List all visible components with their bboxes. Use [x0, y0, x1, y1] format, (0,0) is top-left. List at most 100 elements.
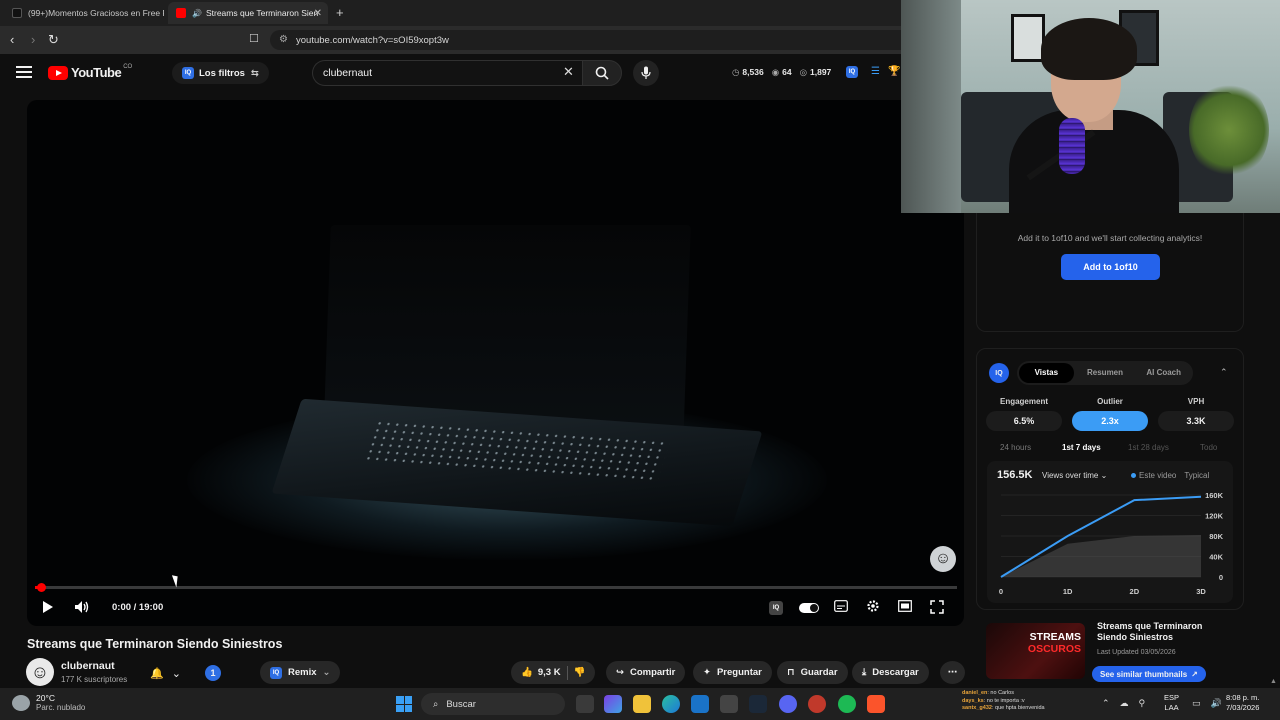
like-count: 9,3 K — [537, 667, 561, 678]
teams-icon[interactable] — [604, 695, 622, 713]
logo-country: CO — [123, 63, 133, 70]
channel-name[interactable]: clubernaut — [61, 660, 115, 672]
reload-icon[interactable]: ↻ — [48, 32, 59, 48]
period-24h[interactable]: 24 hours — [1000, 443, 1031, 452]
weather-desc: Parc. nublado — [36, 703, 86, 712]
language-indicator[interactable]: ESP LAA — [1164, 693, 1179, 713]
chart-y-tick: 120K — [1205, 512, 1224, 521]
subtitles-button[interactable] — [834, 600, 848, 612]
volume-button[interactable] — [74, 600, 90, 614]
site-info-icon[interactable]: ⚙ — [279, 34, 288, 45]
period-28d[interactable]: 1st 28 days — [1128, 443, 1169, 452]
search-input[interactable]: clubernaut — [312, 60, 582, 86]
usb-icon[interactable]: ⚲ — [1139, 698, 1146, 709]
webcam-plant — [1189, 80, 1269, 180]
task-view-icon[interactable] — [576, 695, 594, 713]
see-similar-button[interactable]: See similar thumbnails ↗ — [1092, 666, 1206, 682]
discord-icon[interactable] — [779, 695, 797, 713]
progress-knob[interactable] — [37, 583, 46, 592]
period-7d[interactable]: 1st 7 days — [1062, 443, 1101, 452]
forward-icon[interactable]: › — [31, 32, 35, 47]
analytics-tabs: Vistas Resumen AI Coach — [1017, 361, 1193, 385]
list-icon[interactable]: ☰ — [871, 66, 880, 78]
tab-resumen[interactable]: Resumen — [1078, 363, 1133, 383]
period-all[interactable]: Todo — [1200, 443, 1217, 452]
channel-avatar[interactable]: ☺ — [26, 658, 54, 686]
tab-vistas[interactable]: Vistas — [1019, 363, 1074, 383]
search-button[interactable] — [582, 60, 622, 86]
outlook-icon[interactable] — [691, 695, 709, 713]
progress-bar[interactable] — [35, 583, 957, 592]
spotify-icon[interactable] — [838, 695, 856, 713]
video-title: Streams que Terminaron Siendo Siniestros — [27, 637, 283, 651]
url-field[interactable]: ⚙ youtube.com/watch?v=sOI59xopt3w — [270, 30, 910, 50]
trophy-icon[interactable]: 🏆 — [888, 66, 900, 78]
speaker-icon: 🔊 — [192, 8, 202, 18]
brave-icon[interactable] — [867, 695, 885, 713]
voice-search-button[interactable] — [633, 60, 659, 86]
app-icon[interactable] — [808, 695, 826, 713]
more-actions-button[interactable]: ⋯ — [940, 661, 965, 684]
ask-button[interactable]: ✦ Preguntar — [693, 661, 772, 684]
tab-ai-coach[interactable]: AI Coach — [1136, 363, 1191, 383]
views-chart: 156.5K Views over time ⌄ Este video Typi… — [987, 461, 1233, 603]
lang-code: ESP — [1164, 693, 1180, 702]
quick-settings[interactable]: ▭ 🔊 — [1192, 698, 1222, 709]
settings-button[interactable] — [866, 599, 880, 613]
thumbs-down-icon: 👎 — [573, 667, 586, 678]
filters-button[interactable]: IQ Los filtros ⇆ — [172, 62, 269, 84]
system-clock[interactable]: 8:08 p. m. 7/03/2026 — [1226, 693, 1259, 713]
emoji-icon[interactable]: ☺ — [930, 546, 956, 572]
chevron-up-icon[interactable]: ⌃ — [1220, 367, 1228, 378]
save-button[interactable]: ⊓ Guardar — [777, 661, 848, 684]
scroll-up-icon[interactable]: ▲ — [1270, 678, 1277, 685]
bookmark-icon[interactable]: ☐ — [249, 32, 259, 45]
edge-icon[interactable] — [662, 695, 680, 713]
add-to-1of10-button[interactable]: Add to 1of10 — [1061, 254, 1160, 280]
download-button[interactable]: ⤓ Descargar — [852, 661, 929, 684]
network-icon[interactable]: ☁ — [1120, 698, 1129, 709]
like-dislike-group: 👍 9,3 K 👎 — [511, 661, 596, 684]
file-explorer-icon[interactable] — [633, 695, 651, 713]
clear-search-icon[interactable]: ✕ — [563, 64, 574, 80]
stream-chat-overlay: daniel_en: no Carlos days_ks: no te impo… — [962, 690, 1045, 713]
back-icon[interactable]: ‹ — [10, 32, 14, 47]
chevron-down-icon: ⌄ — [322, 667, 331, 678]
metric-label: Outlier — [1097, 397, 1123, 406]
iq-extension-icon[interactable]: IQ — [846, 66, 858, 78]
remix-button[interactable]: IQ Remix ⌄ — [260, 661, 341, 684]
autoplay-toggle[interactable] — [799, 603, 819, 613]
windows-start-icon[interactable] — [396, 696, 412, 712]
share-button[interactable]: ↪ Compartir — [606, 661, 686, 684]
weather-widget[interactable]: 20°C Parc. nublado — [12, 693, 85, 712]
menu-icon[interactable] — [16, 66, 32, 78]
browser-tab-youtube[interactable]: 🔊 Streams que Terminaron Sien ✕ — [168, 2, 328, 24]
url-text: youtube.com/watch?v=sOI59xopt3w — [296, 34, 449, 46]
like-button[interactable]: 👍 9,3 K — [521, 667, 561, 678]
similar-date: Last Updated 03/05/2026 — [1097, 649, 1176, 656]
steam-icon[interactable] — [749, 695, 767, 713]
new-tab-icon[interactable]: + — [336, 5, 344, 20]
taskbar-search[interactable]: ⌕ Buscar — [421, 693, 565, 715]
similar-thumbnail[interactable]: STREAMS OSCUROS — [986, 623, 1085, 679]
play-button[interactable] — [41, 600, 55, 614]
chart-y-tick: 0 — [1219, 573, 1223, 582]
browser-tab-tiktok[interactable]: (99+)Momentos Graciosos en Free F — [4, 2, 164, 24]
chevron-up-icon[interactable]: ⌃ — [1102, 698, 1110, 709]
theater-mode-button[interactable] — [898, 600, 912, 612]
store-icon[interactable] — [720, 695, 738, 713]
video-player[interactable]: ☺ 0:00 / 19:00 IQ — [27, 100, 964, 626]
bell-icon: 🔔 — [150, 667, 164, 680]
notification-bell-button[interactable]: 🔔 ⌄ — [150, 662, 181, 684]
notification-count[interactable]: 1 — [205, 665, 221, 681]
similar-title: Streams que Terminaron Siendo Siniestros — [1097, 621, 1203, 642]
video-stats: ◷ 8,536 ◉ 64 ◎ 1,897 — [732, 67, 831, 78]
close-tab-icon[interactable]: ✕ — [314, 8, 322, 19]
dislike-button[interactable]: 👎 — [574, 667, 586, 678]
chart-y-tick: 160K — [1205, 491, 1224, 500]
tiktok-icon — [12, 8, 22, 18]
logo-text: YouTube — [71, 65, 122, 80]
youtube-logo[interactable]: YouTube CO — [48, 63, 133, 80]
iq-player-button[interactable]: IQ — [769, 601, 788, 615]
fullscreen-button[interactable] — [930, 600, 944, 614]
